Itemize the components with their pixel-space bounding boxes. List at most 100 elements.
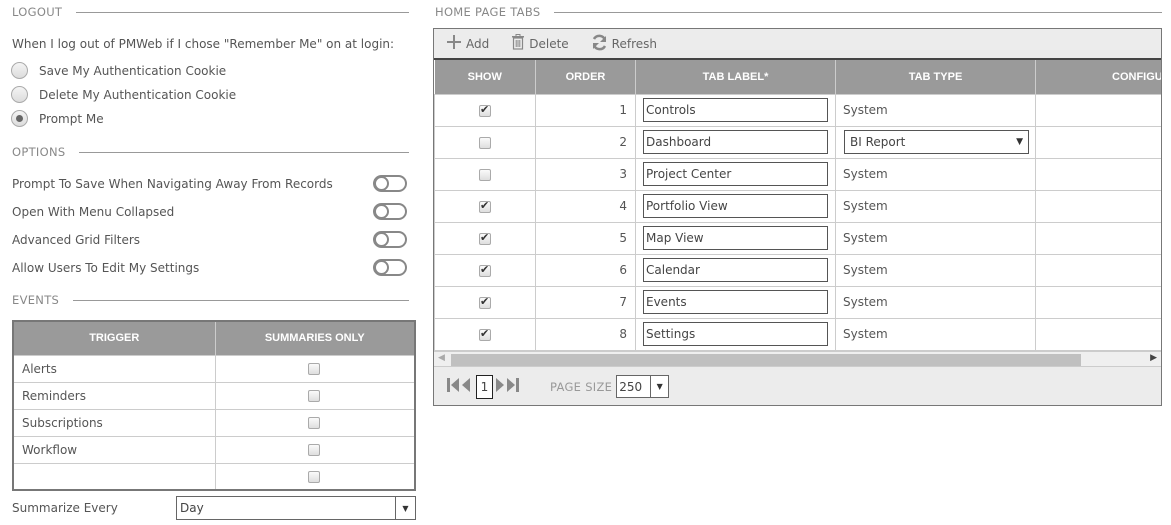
grid-header-row: SHOW ORDER TAB LABEL* TAB TYPE CONFIGURE	[434, 60, 1161, 94]
radio-save-cookie[interactable]: Save My Authentication Cookie	[11, 62, 226, 79]
tab-label-cell: Settings	[635, 317, 836, 351]
column-header-order[interactable]: ORDER	[535, 60, 636, 94]
table-row: 1 Controls System	[434, 93, 1161, 127]
show-checkbox[interactable]	[479, 231, 491, 245]
table-row: 5 Map View System	[434, 221, 1161, 255]
summaries-only-checkbox[interactable]	[308, 417, 321, 429]
tab-label-input[interactable]: Controls	[643, 98, 828, 122]
grid-toolbar: Add Delete Refresh	[434, 29, 1161, 60]
summaries-only-checkbox[interactable]	[308, 363, 321, 375]
scroll-right-icon[interactable]: ▶	[1150, 353, 1157, 363]
tab-label-cell: Calendar	[635, 253, 836, 287]
logout-title-text: LOGOUT	[12, 5, 63, 19]
add-button[interactable]: Add	[446, 34, 489, 53]
home-tabs-title-text: HOME PAGE TABS	[435, 5, 541, 19]
home-tabs-table: SHOW ORDER TAB LABEL* TAB TYPE CONFIGURE…	[434, 60, 1161, 351]
refresh-label: Refresh	[611, 36, 657, 51]
toggle-switch[interactable]	[373, 175, 407, 192]
tab-label-input[interactable]: Calendar	[643, 258, 828, 282]
show-checkbox[interactable]	[479, 168, 491, 181]
column-header-trigger[interactable]: TRIGGER	[13, 321, 216, 355]
configure-cell	[1035, 317, 1161, 351]
table-row: Subscriptions	[12, 408, 416, 437]
order-cell: 2	[535, 125, 636, 159]
home-tabs-section-title: HOME PAGE TABS	[435, 5, 1162, 19]
events-title-text: EVENTS	[12, 293, 60, 307]
summaries-cell	[214, 435, 416, 464]
summaries-cell	[214, 462, 416, 491]
current-page[interactable]: 1	[476, 374, 493, 399]
order-cell: 1	[535, 93, 636, 127]
column-header-tab-label[interactable]: TAB LABEL*	[635, 60, 836, 94]
column-header-tab-type[interactable]: TAB TYPE	[835, 60, 1036, 94]
tab-label-input[interactable]: Map View	[643, 226, 828, 250]
tab-label-cell: Events	[635, 285, 836, 319]
chevron-down-icon[interactable]: ▼	[650, 376, 668, 397]
toggle-switch[interactable]	[373, 203, 407, 220]
radio-button[interactable]	[11, 62, 28, 79]
order-cell: 8	[535, 317, 636, 351]
summarize-every-select[interactable]: Day ▼	[176, 496, 416, 520]
tab-label-input[interactable]: Events	[643, 290, 828, 314]
show-checkbox[interactable]	[479, 136, 491, 149]
show-checkbox[interactable]	[479, 103, 491, 117]
show-checkbox[interactable]	[479, 327, 491, 341]
tab-type-cell: System	[835, 157, 1036, 191]
configure-cell	[1035, 93, 1161, 127]
show-checkbox[interactable]	[479, 295, 491, 309]
page-size-label: PAGE SIZE	[550, 379, 613, 394]
option-prompt-to-save: Prompt To Save When Navigating Away From…	[12, 175, 407, 192]
option-label: Advanced Grid Filters	[12, 232, 141, 247]
radio-prompt-me[interactable]: Prompt Me	[11, 110, 104, 127]
divider	[554, 11, 1162, 13]
radio-button-selected[interactable]	[11, 110, 28, 127]
tab-type-cell: BI Report ▼	[835, 125, 1036, 159]
show-checkbox[interactable]	[479, 199, 491, 213]
options-section-title: OPTIONS	[12, 145, 409, 159]
configure-cell	[1035, 253, 1161, 287]
scroll-left-icon[interactable]: ◀	[438, 353, 445, 363]
tab-label-input[interactable]: Dashboard	[643, 130, 828, 154]
divider	[73, 299, 409, 301]
next-page-icon[interactable]	[496, 377, 504, 396]
tab-label-cell: Dashboard	[635, 125, 836, 159]
table-row	[12, 462, 416, 491]
configure-cell	[1035, 157, 1161, 191]
column-header-summaries-only[interactable]: SUMMARIES ONLY	[215, 321, 416, 355]
tab-label-input[interactable]: Project Center	[643, 162, 828, 186]
toggle-switch[interactable]	[373, 231, 407, 248]
logout-prompt: When I log out of PMWeb if I chose "Reme…	[12, 37, 395, 51]
chevron-down-icon[interactable]: ▼	[395, 497, 415, 519]
select-value: Day	[180, 501, 204, 515]
tab-type-cell: System	[835, 253, 1036, 287]
last-page-icon[interactable]	[507, 377, 519, 396]
radio-delete-cookie[interactable]: Delete My Authentication Cookie	[11, 86, 236, 103]
tab-label-input[interactable]: Settings	[643, 322, 828, 346]
events-section-title: EVENTS	[12, 293, 409, 307]
refresh-button[interactable]: Refresh	[591, 34, 657, 54]
show-checkbox[interactable]	[479, 263, 491, 277]
option-label: Open With Menu Collapsed	[12, 204, 175, 219]
scrollbar-thumb[interactable]	[451, 354, 1081, 366]
column-header-configure[interactable]: CONFIGURE	[1035, 60, 1161, 94]
radio-button[interactable]	[11, 86, 28, 103]
configure-cell	[1035, 221, 1161, 255]
delete-button[interactable]: Delete	[511, 34, 569, 53]
toggle-switch[interactable]	[373, 259, 407, 276]
chevron-down-icon[interactable]: ▼	[1016, 137, 1023, 147]
summaries-only-checkbox[interactable]	[308, 390, 321, 402]
first-page-icon[interactable]	[447, 377, 459, 396]
tab-type-cell: System	[835, 317, 1036, 351]
tab-type-select[interactable]: BI Report ▼	[844, 130, 1029, 154]
trigger-cell: Reminders	[12, 381, 216, 410]
page-size-select[interactable]: 250 ▼	[616, 375, 670, 398]
table-row: 3 Project Center System	[434, 157, 1161, 191]
show-cell	[434, 93, 536, 127]
column-header-show[interactable]: SHOW	[434, 60, 536, 94]
previous-page-icon[interactable]	[462, 377, 470, 396]
tab-label-input[interactable]: Portfolio View	[643, 194, 828, 218]
summaries-only-checkbox[interactable]	[308, 444, 321, 456]
summaries-only-checkbox[interactable]	[308, 470, 321, 483]
table-row: Workflow	[12, 435, 416, 464]
horizontal-scrollbar[interactable]: ◀ ▶	[434, 351, 1161, 367]
